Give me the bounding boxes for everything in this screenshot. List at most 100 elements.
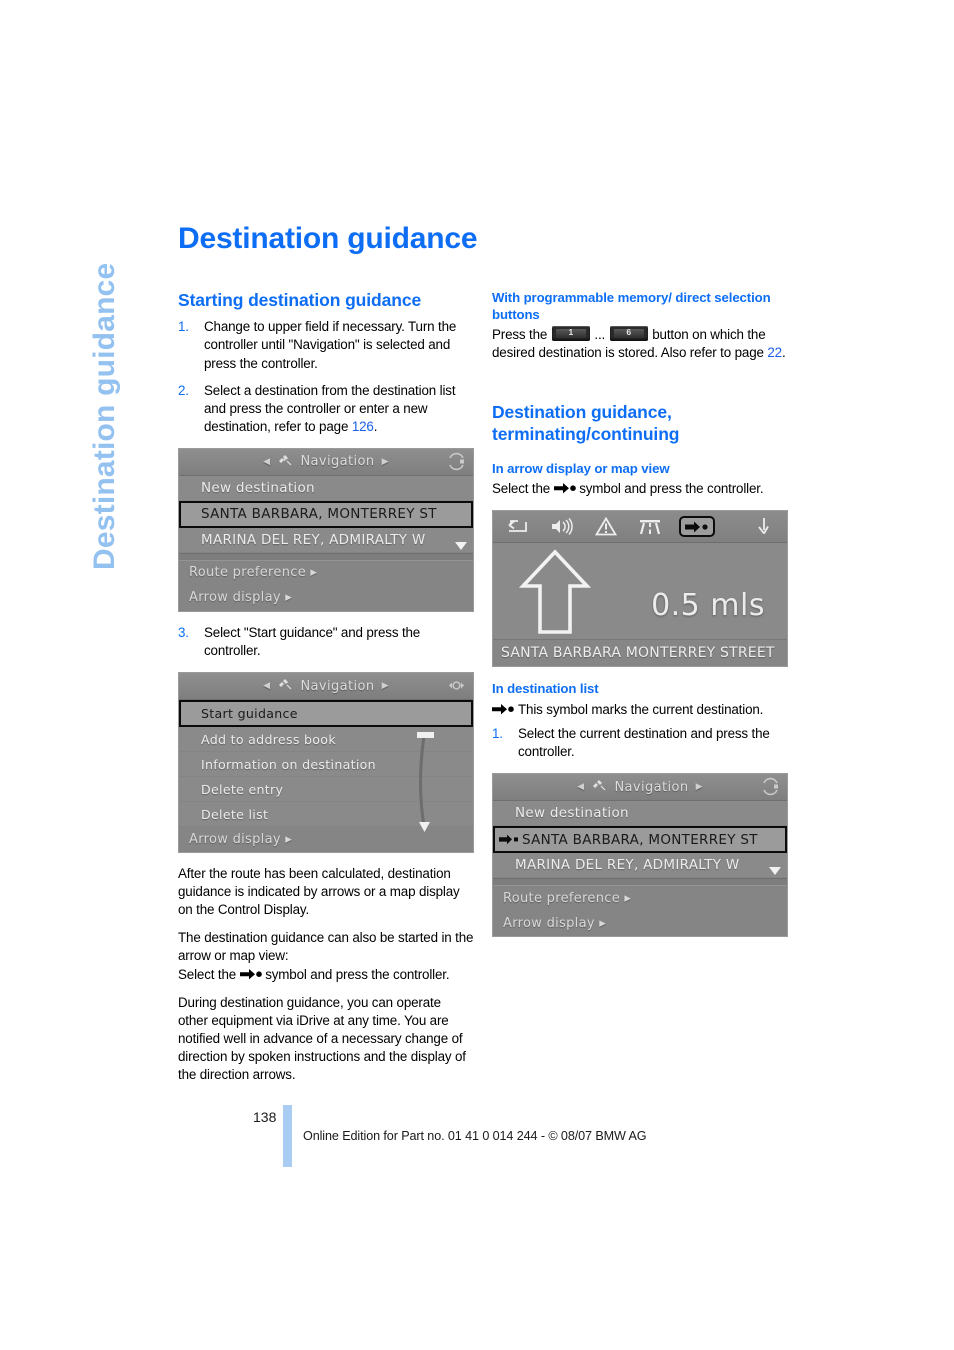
list-item: 1. Change to upper field if necessary. T… xyxy=(178,318,474,372)
page-reference-link[interactable]: 126 xyxy=(352,419,374,434)
satellite-icon xyxy=(277,677,293,695)
list-divider xyxy=(493,878,787,887)
memory-button-1-icon[interactable]: 1 xyxy=(551,326,590,341)
step-3-container: 3. Select "Start guidance" and press the… xyxy=(178,624,474,660)
step-text: Change to upper field if necessary. Turn… xyxy=(204,319,457,371)
step-text: Select "Start guidance" and press the co… xyxy=(204,624,421,658)
screenshot-arrow-display: 0.5 mls SANTA BARBARA MONTERREY STREET B… xyxy=(492,510,788,668)
scroll-down-arrow-icon[interactable] xyxy=(769,867,781,876)
street-name-label: SANTA BARBARA MONTERREY STREET xyxy=(493,639,787,667)
arrow-view-text-before: Select the xyxy=(492,481,554,497)
screenshot-header-label: Navigation xyxy=(614,779,689,795)
footer-accent-bar xyxy=(283,1105,292,1167)
screenshot-list: Start guidance Add to address book Infor… xyxy=(179,700,473,853)
highway-icon[interactable] xyxy=(635,518,665,535)
controller-hint-icon xyxy=(761,777,780,796)
step-number: 2. xyxy=(178,382,189,398)
step-number: 3. xyxy=(178,624,189,640)
screenshot-header-title-group: ◀ Navigation ▶ xyxy=(577,778,703,796)
select-symbol-text-after: symbol and press the controller. xyxy=(261,966,450,982)
list-item-label: SANTA BARBARA, MONTERREY ST xyxy=(522,831,758,848)
page-number: 138 xyxy=(253,1109,277,1125)
list-divider xyxy=(179,552,473,561)
subheading-in-destination-list: In destination list xyxy=(492,681,599,697)
subheading-programmable-memory: With programmable memory/ direct selecti… xyxy=(492,290,771,322)
speaker-icon[interactable] xyxy=(547,518,577,536)
select-symbol-text-before: Select the xyxy=(178,966,240,982)
screenshot-header-label: Navigation xyxy=(300,454,375,470)
list-item[interactable]: Arrow display ▸ xyxy=(493,911,787,937)
list-item: 1. Select the current destination and pr… xyxy=(492,725,788,761)
warning-triangle-icon[interactable] xyxy=(591,517,621,536)
memory-button-6-number: 6 xyxy=(626,327,631,337)
back-arrow-icon[interactable] xyxy=(503,519,533,535)
arrow-display-body: 0.5 mls xyxy=(493,543,787,640)
screenshot-list: New destination SANTA BARBARA, MONTERREY… xyxy=(493,801,787,937)
list-item[interactable]: Arrow display ▸ xyxy=(179,585,473,611)
starting-guidance-steps: 1. Change to upper field if necessary. T… xyxy=(178,318,474,436)
list-item[interactable]: MARINA DEL REY, ADMIRALTY W xyxy=(493,853,787,879)
screenshot-header: ◀ Navigation ▶ xyxy=(179,673,473,701)
page-reference-link[interactable]: 22 xyxy=(767,345,782,360)
list-item[interactable]: New destination xyxy=(179,475,473,501)
step-number: 1. xyxy=(178,319,189,335)
screenshot-list: New destination SANTA BARBARA, MONTERREY… xyxy=(179,475,473,611)
chapter-side-tab: Destination guidance xyxy=(88,262,121,570)
scrollbar[interactable] xyxy=(415,730,437,836)
symbol-legend-row: This symbol marks the current destinatio… xyxy=(492,701,788,719)
satellite-icon xyxy=(591,778,607,796)
current-destination-marker-icon xyxy=(499,834,519,845)
distance-readout: 0.5 mls xyxy=(651,588,765,624)
memory-button-1-number: 1 xyxy=(568,327,574,337)
step-text: Select the current destination and press… xyxy=(518,726,770,760)
chevron-right-icon: ▶ xyxy=(381,681,389,692)
scroll-down-arrow-icon[interactable] xyxy=(455,541,467,550)
chevron-left-icon: ◀ xyxy=(577,782,585,793)
footer-text: Online Edition for Part no. 01 41 0 014 … xyxy=(303,1129,647,1143)
destination-list-steps: 1. Select the current destination and pr… xyxy=(492,725,788,761)
paragraph-after-route: After the route has been calculated, des… xyxy=(178,866,460,918)
screenshot-navigation-context-menu: ◀ Navigation ▶ Start guidance Add to add… xyxy=(178,672,474,854)
list-item-label: MARINA DEL REY, ADMIRALTY W xyxy=(515,857,740,874)
list-item[interactable]: Route preference ▸ xyxy=(493,886,787,912)
screenshot-header: ◀ Navigation ▶ xyxy=(493,774,787,802)
destination-arrow-icon[interactable] xyxy=(679,516,715,538)
chevron-right-icon: ▶ xyxy=(381,456,389,467)
memory-text-3: . xyxy=(781,345,786,361)
screenshot-navigation-current-destination: ◀ Navigation ▶ New destination SANTA BAR… xyxy=(492,773,788,938)
list-item-selected[interactable]: Start guidance xyxy=(179,700,473,728)
page-title: Destination guidance xyxy=(178,222,478,255)
list-item-selected[interactable]: SANTA BARBARA, MONTERREY ST xyxy=(179,500,473,528)
chevron-right-icon: ▶ xyxy=(695,782,703,793)
destination-arrow-icon xyxy=(492,703,514,721)
section-heading-terminating-continuing: Destination guidance, terminating/contin… xyxy=(492,402,680,444)
arrow-display-toolbar xyxy=(493,511,787,544)
arrow-view-text-after: symbol and press the controller. xyxy=(575,481,764,497)
paragraph-also-started: The destination guidance can also be sta… xyxy=(178,930,474,964)
list-item[interactable]: Route preference ▸ xyxy=(179,560,473,586)
screenshot-navigation-destination-list: ◀ Navigation ▶ New destination SANTA BAR… xyxy=(178,447,474,612)
down-arrow-icon[interactable] xyxy=(747,517,777,536)
list-item: 2. Select a destination from the destina… xyxy=(178,382,474,436)
step-text: Select a destination from the destinatio… xyxy=(204,382,456,434)
list-item[interactable]: MARINA DEL REY, ADMIRALTY W xyxy=(179,527,473,553)
memory-ellipsis: ... xyxy=(594,327,606,342)
chevron-left-icon: ◀ xyxy=(263,681,271,692)
list-item[interactable]: New destination xyxy=(493,801,787,827)
left-column: Starting destination guidance 1. Change … xyxy=(178,290,474,1094)
straight-ahead-arrow-icon xyxy=(518,549,592,639)
chevron-left-icon: ◀ xyxy=(263,456,271,467)
subheading-arrow-display-map-view: In arrow display or map view xyxy=(492,460,670,476)
memory-button-6-icon[interactable]: 6 xyxy=(609,326,648,341)
paragraph-during-guidance: During destination guidance, you can ope… xyxy=(178,994,466,1083)
step-text-tail: . xyxy=(373,418,378,434)
paragraph-select-symbol: Select the symbol and press the controll… xyxy=(178,966,474,984)
screenshot-header-label: Navigation xyxy=(300,678,375,694)
list-item-label: MARINA DEL REY, ADMIRALTY W xyxy=(201,531,426,548)
section-heading-starting-destination-guidance: Starting destination guidance xyxy=(178,290,422,310)
right-column: With programmable memory/ direct selecti… xyxy=(492,290,788,949)
satellite-icon xyxy=(277,453,293,471)
step-number: 1. xyxy=(492,726,503,742)
list-item-selected[interactable]: SANTA BARBARA, MONTERREY ST xyxy=(493,826,787,854)
screenshot-header-title-group: ◀ Navigation ▶ xyxy=(263,677,389,695)
